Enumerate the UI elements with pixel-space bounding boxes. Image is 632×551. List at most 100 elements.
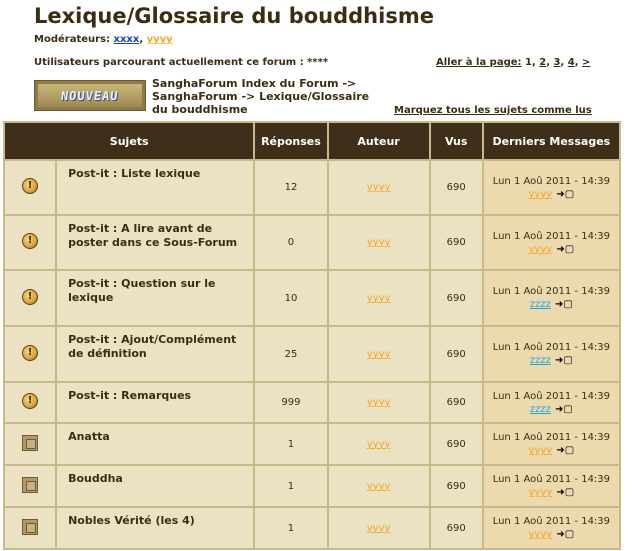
topic-subject-cell: Post-it : Liste lexique xyxy=(57,161,254,214)
pagination: Aller à la page: 1, 2, 3, 4, > xyxy=(436,57,591,68)
users-browsing: Utilisateurs parcourant actuellement ce … xyxy=(34,57,329,68)
topic-title-link[interactable]: Post-it : Question sur le lexique xyxy=(68,277,215,304)
next-page-link[interactable]: > xyxy=(582,57,590,68)
header-views: Vus xyxy=(430,123,482,159)
topic-author-link[interactable]: yyyy xyxy=(367,481,391,492)
topic-subject-cell: Anatta xyxy=(57,424,254,464)
goto-page-label: Aller à la page: xyxy=(436,57,522,68)
header-author: Auteur xyxy=(328,123,429,159)
last-message-user-link[interactable]: yyyy xyxy=(529,244,553,255)
goto-last-post-icon[interactable]: ➜▢ xyxy=(556,486,574,499)
moderators-line: Modérateurs: xxxx, yyyy xyxy=(34,34,173,45)
page-link[interactable]: 4 xyxy=(568,57,575,68)
topic-views: 690 xyxy=(430,271,482,325)
topic-views: 690 xyxy=(430,508,482,548)
topic-author-link[interactable]: yyyy xyxy=(367,293,391,304)
topic-views: 690 xyxy=(430,327,482,381)
topic-status-cell xyxy=(5,271,56,325)
new-topic-button[interactable]: NOUVEAU xyxy=(34,80,146,111)
breadcrumb-line[interactable]: du bouddhisme xyxy=(152,103,369,116)
sticky-icon xyxy=(22,344,39,361)
sticky-icon xyxy=(22,393,39,409)
topic-author-link[interactable]: yyyy xyxy=(367,397,391,408)
topic-replies: 1 xyxy=(255,508,327,548)
breadcrumb-line[interactable]: SanghaForum Index du Forum -> xyxy=(152,77,369,90)
topic-status-cell xyxy=(5,161,56,214)
topic-title-link[interactable]: Post-it : Ajout/Complément de définition xyxy=(68,333,236,360)
sticky-icon xyxy=(22,233,39,249)
page-link[interactable]: 2 xyxy=(539,57,546,68)
topic-author-link[interactable]: yyyy xyxy=(367,237,391,248)
goto-last-post-icon[interactable]: ➜▢ xyxy=(555,354,573,367)
topic-author-link[interactable]: yyyy xyxy=(367,523,391,534)
forum-title: Lexique/Glossaire du bouddhisme xyxy=(34,4,434,28)
page-link[interactable]: 1 xyxy=(525,57,532,68)
goto-last-post-icon[interactable]: ➜▢ xyxy=(555,298,573,311)
topic-views: 690 xyxy=(430,466,482,506)
topic-replies: 1 xyxy=(255,424,327,464)
topic-author-cell: yyyy xyxy=(328,383,429,422)
topic-replies: 1 xyxy=(255,466,327,506)
table-row: Post-it : Remarques999yyyy690Lun 1 Aoû 2… xyxy=(5,383,619,422)
last-message-date: Lun 1 Aoû 2011 - 14:39 xyxy=(492,286,611,297)
moderator-link[interactable]: xxxx xyxy=(114,34,140,45)
topic-author-cell: yyyy xyxy=(328,424,429,464)
topic-views: 690 xyxy=(430,216,482,269)
topic-views: 690 xyxy=(430,161,482,214)
goto-last-post-icon[interactable]: ➜▢ xyxy=(556,243,574,256)
goto-last-post-icon[interactable]: ➜▢ xyxy=(556,188,574,201)
page-link[interactable]: 3 xyxy=(554,57,561,68)
topics-table: Sujets Réponses Auteur Vus Derniers Mess… xyxy=(3,121,621,550)
topic-title-link[interactable]: Bouddha xyxy=(68,472,123,485)
last-message-user-link[interactable]: yyyy xyxy=(529,487,553,498)
last-message-date: Lun 1 Aoû 2011 - 14:39 xyxy=(492,390,611,402)
last-message-user-link[interactable]: zzzz xyxy=(530,404,551,415)
breadcrumb-line[interactable]: SanghaForum -> Lexique/Glossaire xyxy=(152,90,369,103)
topic-subject-cell: Post-it : A lire avant de poster dans ce… xyxy=(57,216,254,269)
topic-title-link[interactable]: Post-it : A lire avant de poster dans ce… xyxy=(68,222,237,249)
sticky-icon xyxy=(22,178,39,194)
last-message-user-link[interactable]: yyyy xyxy=(529,445,553,456)
topic-author-cell: yyyy xyxy=(328,466,429,506)
last-message-date: Lun 1 Aoû 2011 - 14:39 xyxy=(492,432,611,443)
topic-title-link[interactable]: Anatta xyxy=(68,430,110,443)
new-topic-button-label: NOUVEAU xyxy=(60,88,120,103)
last-message-user-link[interactable]: yyyy xyxy=(529,529,553,540)
topic-author-link[interactable]: yyyy xyxy=(367,439,391,450)
table-row: Nobles Vérité (les 4) 1 yyyy 690 Lun 1 Aoû 2… xyxy=(5,508,619,548)
folder-icon xyxy=(22,434,39,451)
topic-author-cell: yyyy xyxy=(328,161,429,214)
topic-author-link[interactable]: yyyy xyxy=(367,182,391,193)
topic-author-link[interactable]: yyyy xyxy=(367,349,391,360)
last-message-cell: Lun 1 Aoû 2011 - 14:39 yyyy ➜▢ xyxy=(483,508,619,548)
last-message-user-link[interactable]: zzzz xyxy=(530,355,551,366)
topic-status-cell xyxy=(5,424,56,464)
breadcrumb: SanghaForum Index du Forum -> SanghaForu… xyxy=(152,77,369,116)
mark-all-read-link[interactable]: Marquez tous les sujets comme lus xyxy=(394,105,592,116)
topic-status-cell xyxy=(5,383,56,422)
topic-title-link[interactable]: Post-it : Remarques xyxy=(68,389,191,402)
topic-status-cell xyxy=(5,466,56,506)
topic-replies: 0 xyxy=(255,216,327,269)
topic-author-cell: yyyy xyxy=(328,271,429,325)
header-last-messages: Derniers Messages xyxy=(483,123,619,159)
topic-views: 690 xyxy=(430,383,482,422)
goto-last-post-icon[interactable]: ➜▢ xyxy=(556,444,574,457)
topic-title-link[interactable]: Nobles Vérité (les 4) xyxy=(68,514,195,527)
table-row: Post-it : Question sur le lexique 10 yyyy 6… xyxy=(5,271,619,325)
topic-views: 690 xyxy=(430,424,482,464)
last-message-cell: Lun 1 Aoû 2011 - 14:39 zzzz ➜▢ xyxy=(483,271,619,325)
table-row: Post-it : A lire avant de poster dans ce… xyxy=(5,216,619,269)
goto-last-post-icon[interactable]: ➜▢ xyxy=(555,403,573,416)
last-message-user-link[interactable]: yyyy xyxy=(529,189,553,200)
goto-last-post-icon[interactable]: ➜▢ xyxy=(556,528,574,541)
table-row: Anatta 1 yyyy 690 Lun 1 Aoû 2011 - 14:39 yyyy… xyxy=(5,424,619,464)
topic-replies: 12 xyxy=(255,161,327,214)
last-message-cell: Lun 1 Aoû 2011 - 14:39 yyyy ➜▢ xyxy=(483,466,619,506)
topic-title-link[interactable]: Post-it : Liste lexique xyxy=(68,167,200,180)
moderator-link[interactable]: yyyy xyxy=(147,34,173,45)
last-message-user-link[interactable]: zzzz xyxy=(530,299,551,310)
topic-status-cell xyxy=(5,508,56,548)
last-message-date: Lun 1 Aoû 2011 - 14:39 xyxy=(492,175,611,187)
table-row: Post-it : Ajout/Complément de définition… xyxy=(5,327,619,381)
